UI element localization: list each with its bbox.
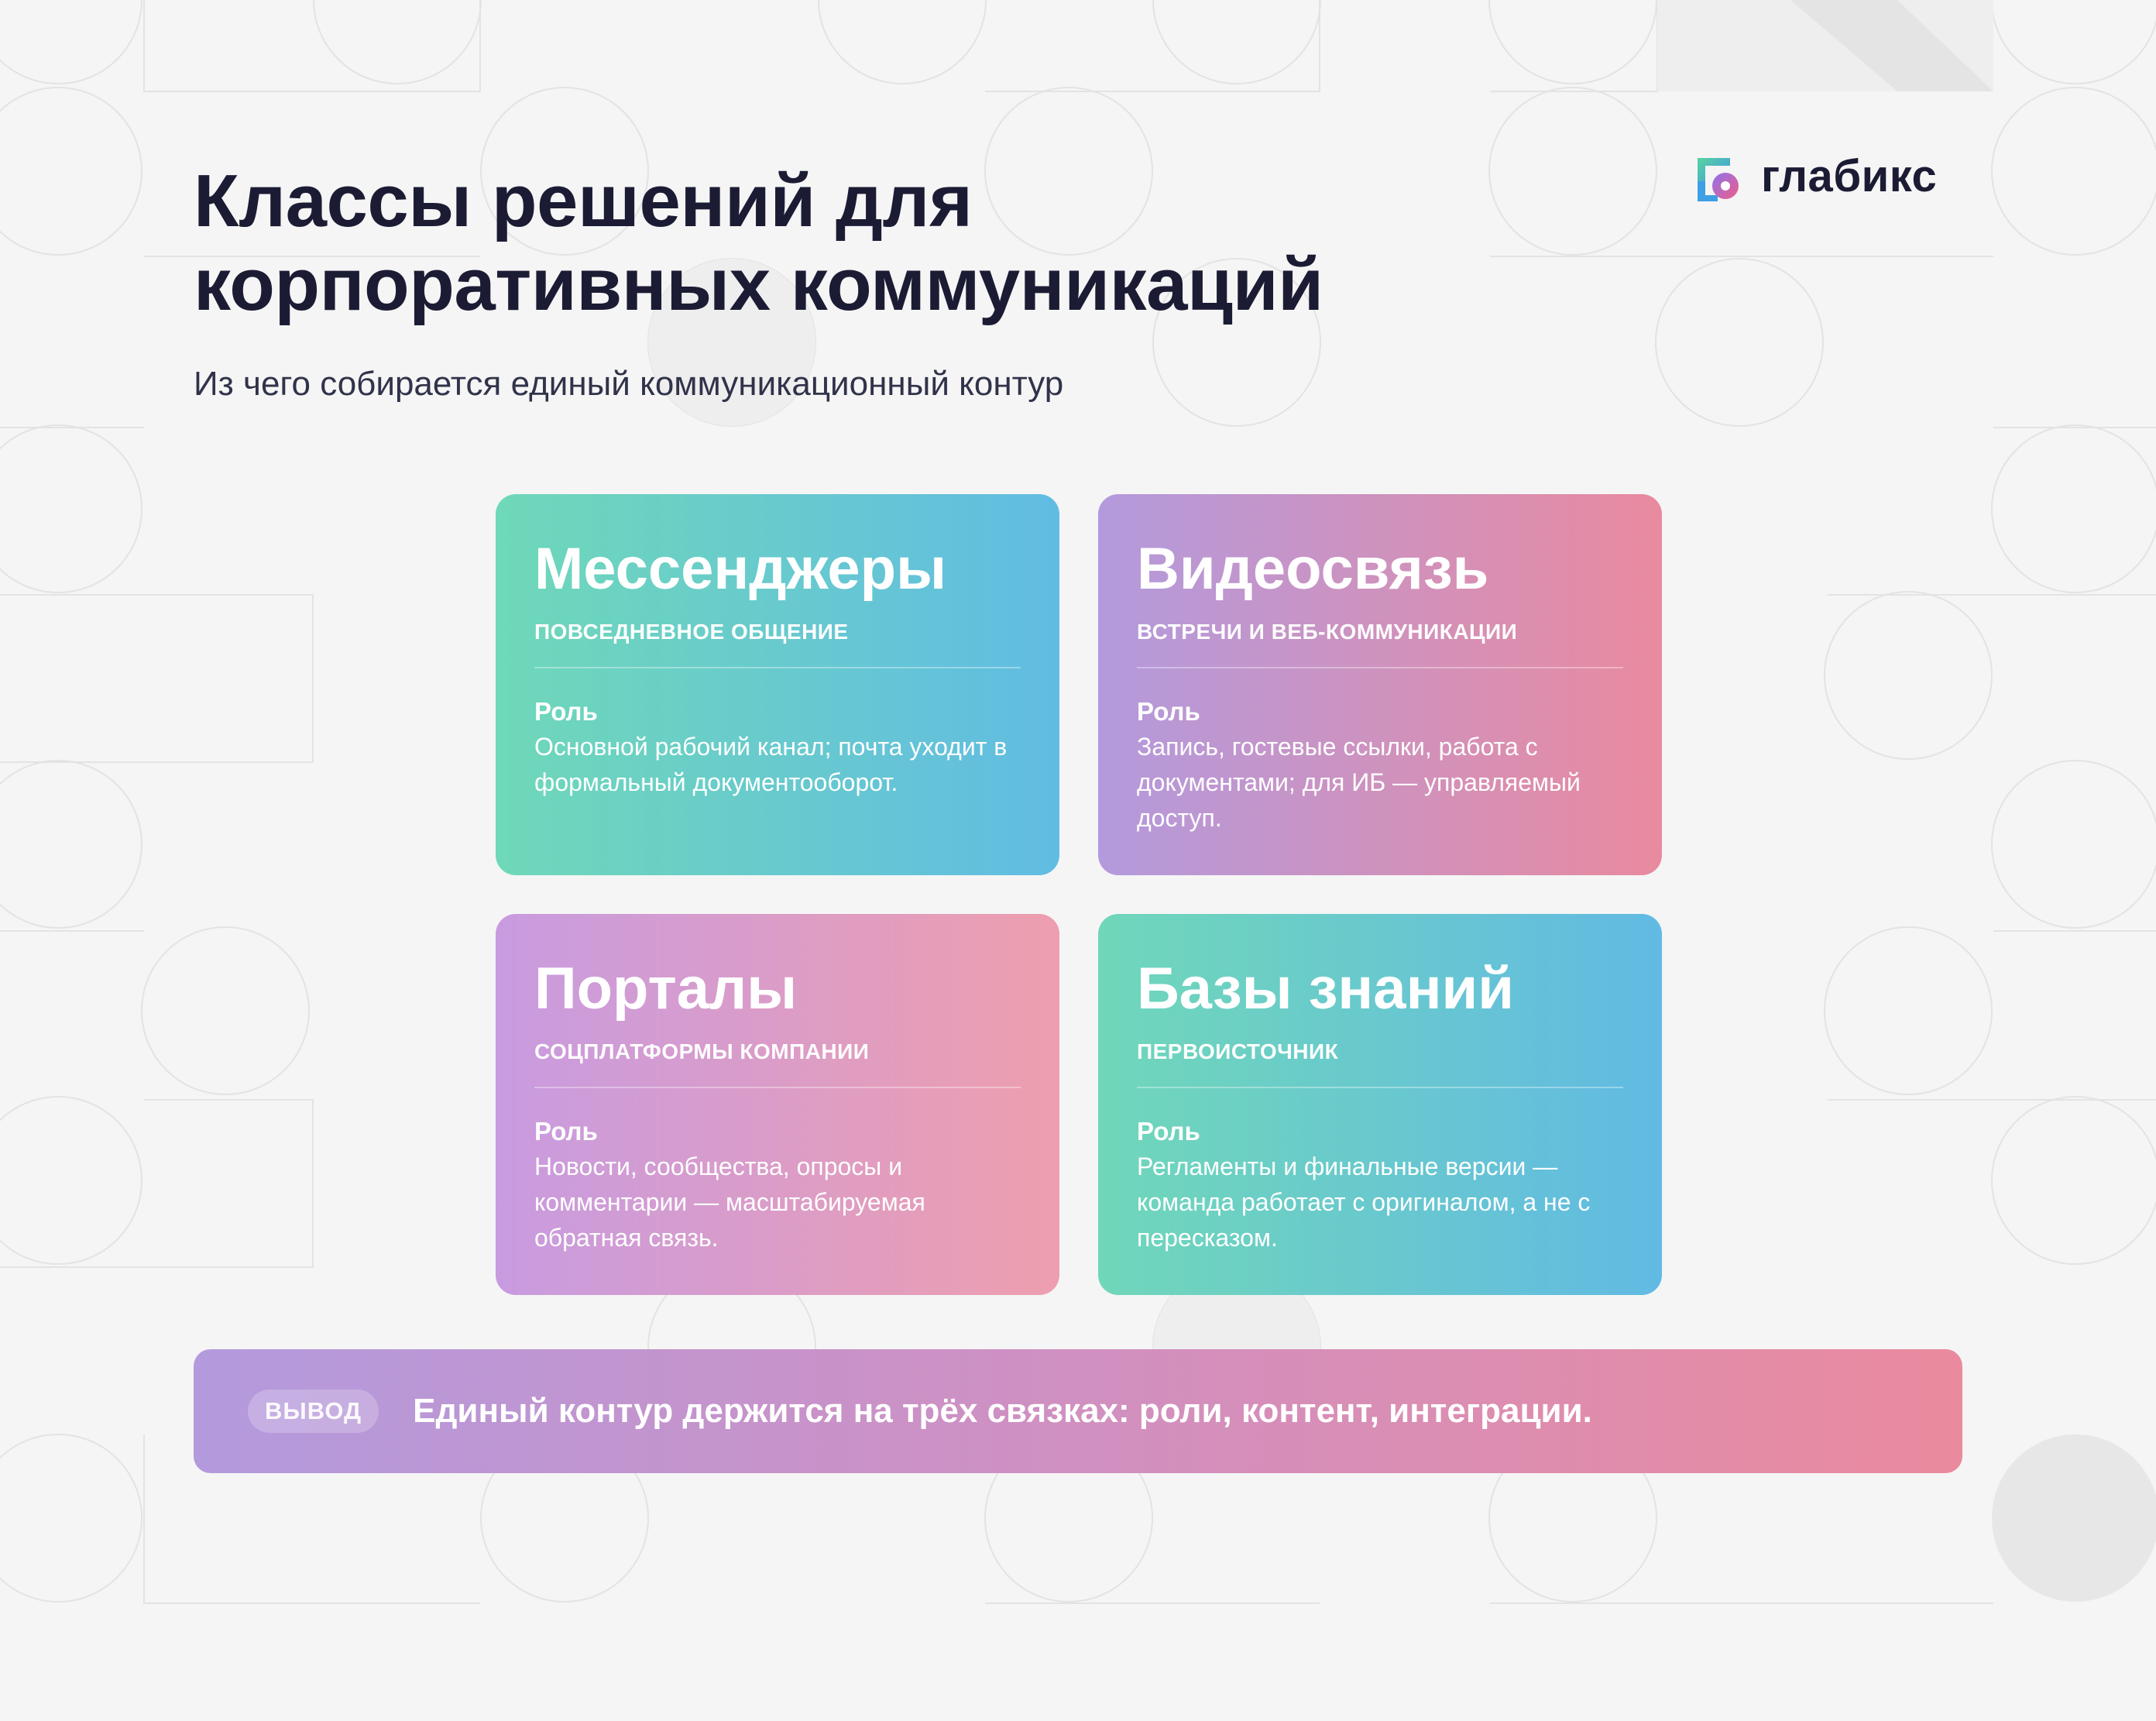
card-messengers: Мессенджеры повседневное общение Роль Ос… [496,494,1059,875]
card-description: Основной рабочий канал; почта уходит в ф… [534,733,1008,796]
card-title: Видеосвязь [1137,536,1489,602]
glabix-logo-icon [1691,152,1741,201]
brand-logo: глабикс [1691,152,1937,201]
conclusion-badge: вывод [248,1390,379,1433]
card-role-label: Роль [534,697,598,726]
page-title-line-1: Классы решений для [194,160,973,242]
card-subtitle: повседневное общение [534,620,849,644]
card-role-label: Роль [534,1117,598,1146]
card-subtitle: встречи и веб-коммуникации [1137,620,1518,644]
slide-content: глабикс Классы решений для корпоративных… [0,0,2156,1721]
card-title: Мессенджеры [534,536,946,602]
card-video-communication: Видеосвязь встречи и веб-коммуникации Ро… [1098,494,1662,875]
card-portals: Порталы соцплатформы компании Роль Новос… [496,914,1059,1295]
card-description: Запись, гостевые ссылки, работа с докуме… [1137,733,1581,832]
conclusion-banner: вывод Единый контур держится на трёх свя… [194,1349,1962,1473]
card-subtitle: соцплатформы компании [534,1039,870,1063]
page-title: Классы решений для корпоративных коммуни… [194,160,1588,327]
card-title: Порталы [534,956,798,1022]
card-subtitle: первоисточник [1137,1039,1339,1063]
brand-name: глабикс [1761,151,1938,201]
card-description: Регламенты и финальные версии — команда … [1137,1152,1591,1252]
card-divider [1137,667,1623,668]
page-subtitle: Из чего собирается единый коммуникационн… [194,365,1064,403]
page-title-line-2: корпоративных коммуникаций [194,243,1323,326]
card-title: Базы знаний [1137,956,1514,1022]
card-divider [534,1087,1021,1088]
conclusion-text: Единый контур держится на трёх связках: … [413,1392,1592,1430]
card-role-label: Роль [1137,697,1200,726]
card-divider [534,667,1021,668]
card-divider [1137,1087,1623,1088]
card-knowledge-bases: Базы знаний первоисточник Роль Регламент… [1098,914,1662,1295]
card-role-label: Роль [1137,1117,1200,1146]
card-description: Новости, сообщества, опросы и комментари… [534,1152,925,1252]
